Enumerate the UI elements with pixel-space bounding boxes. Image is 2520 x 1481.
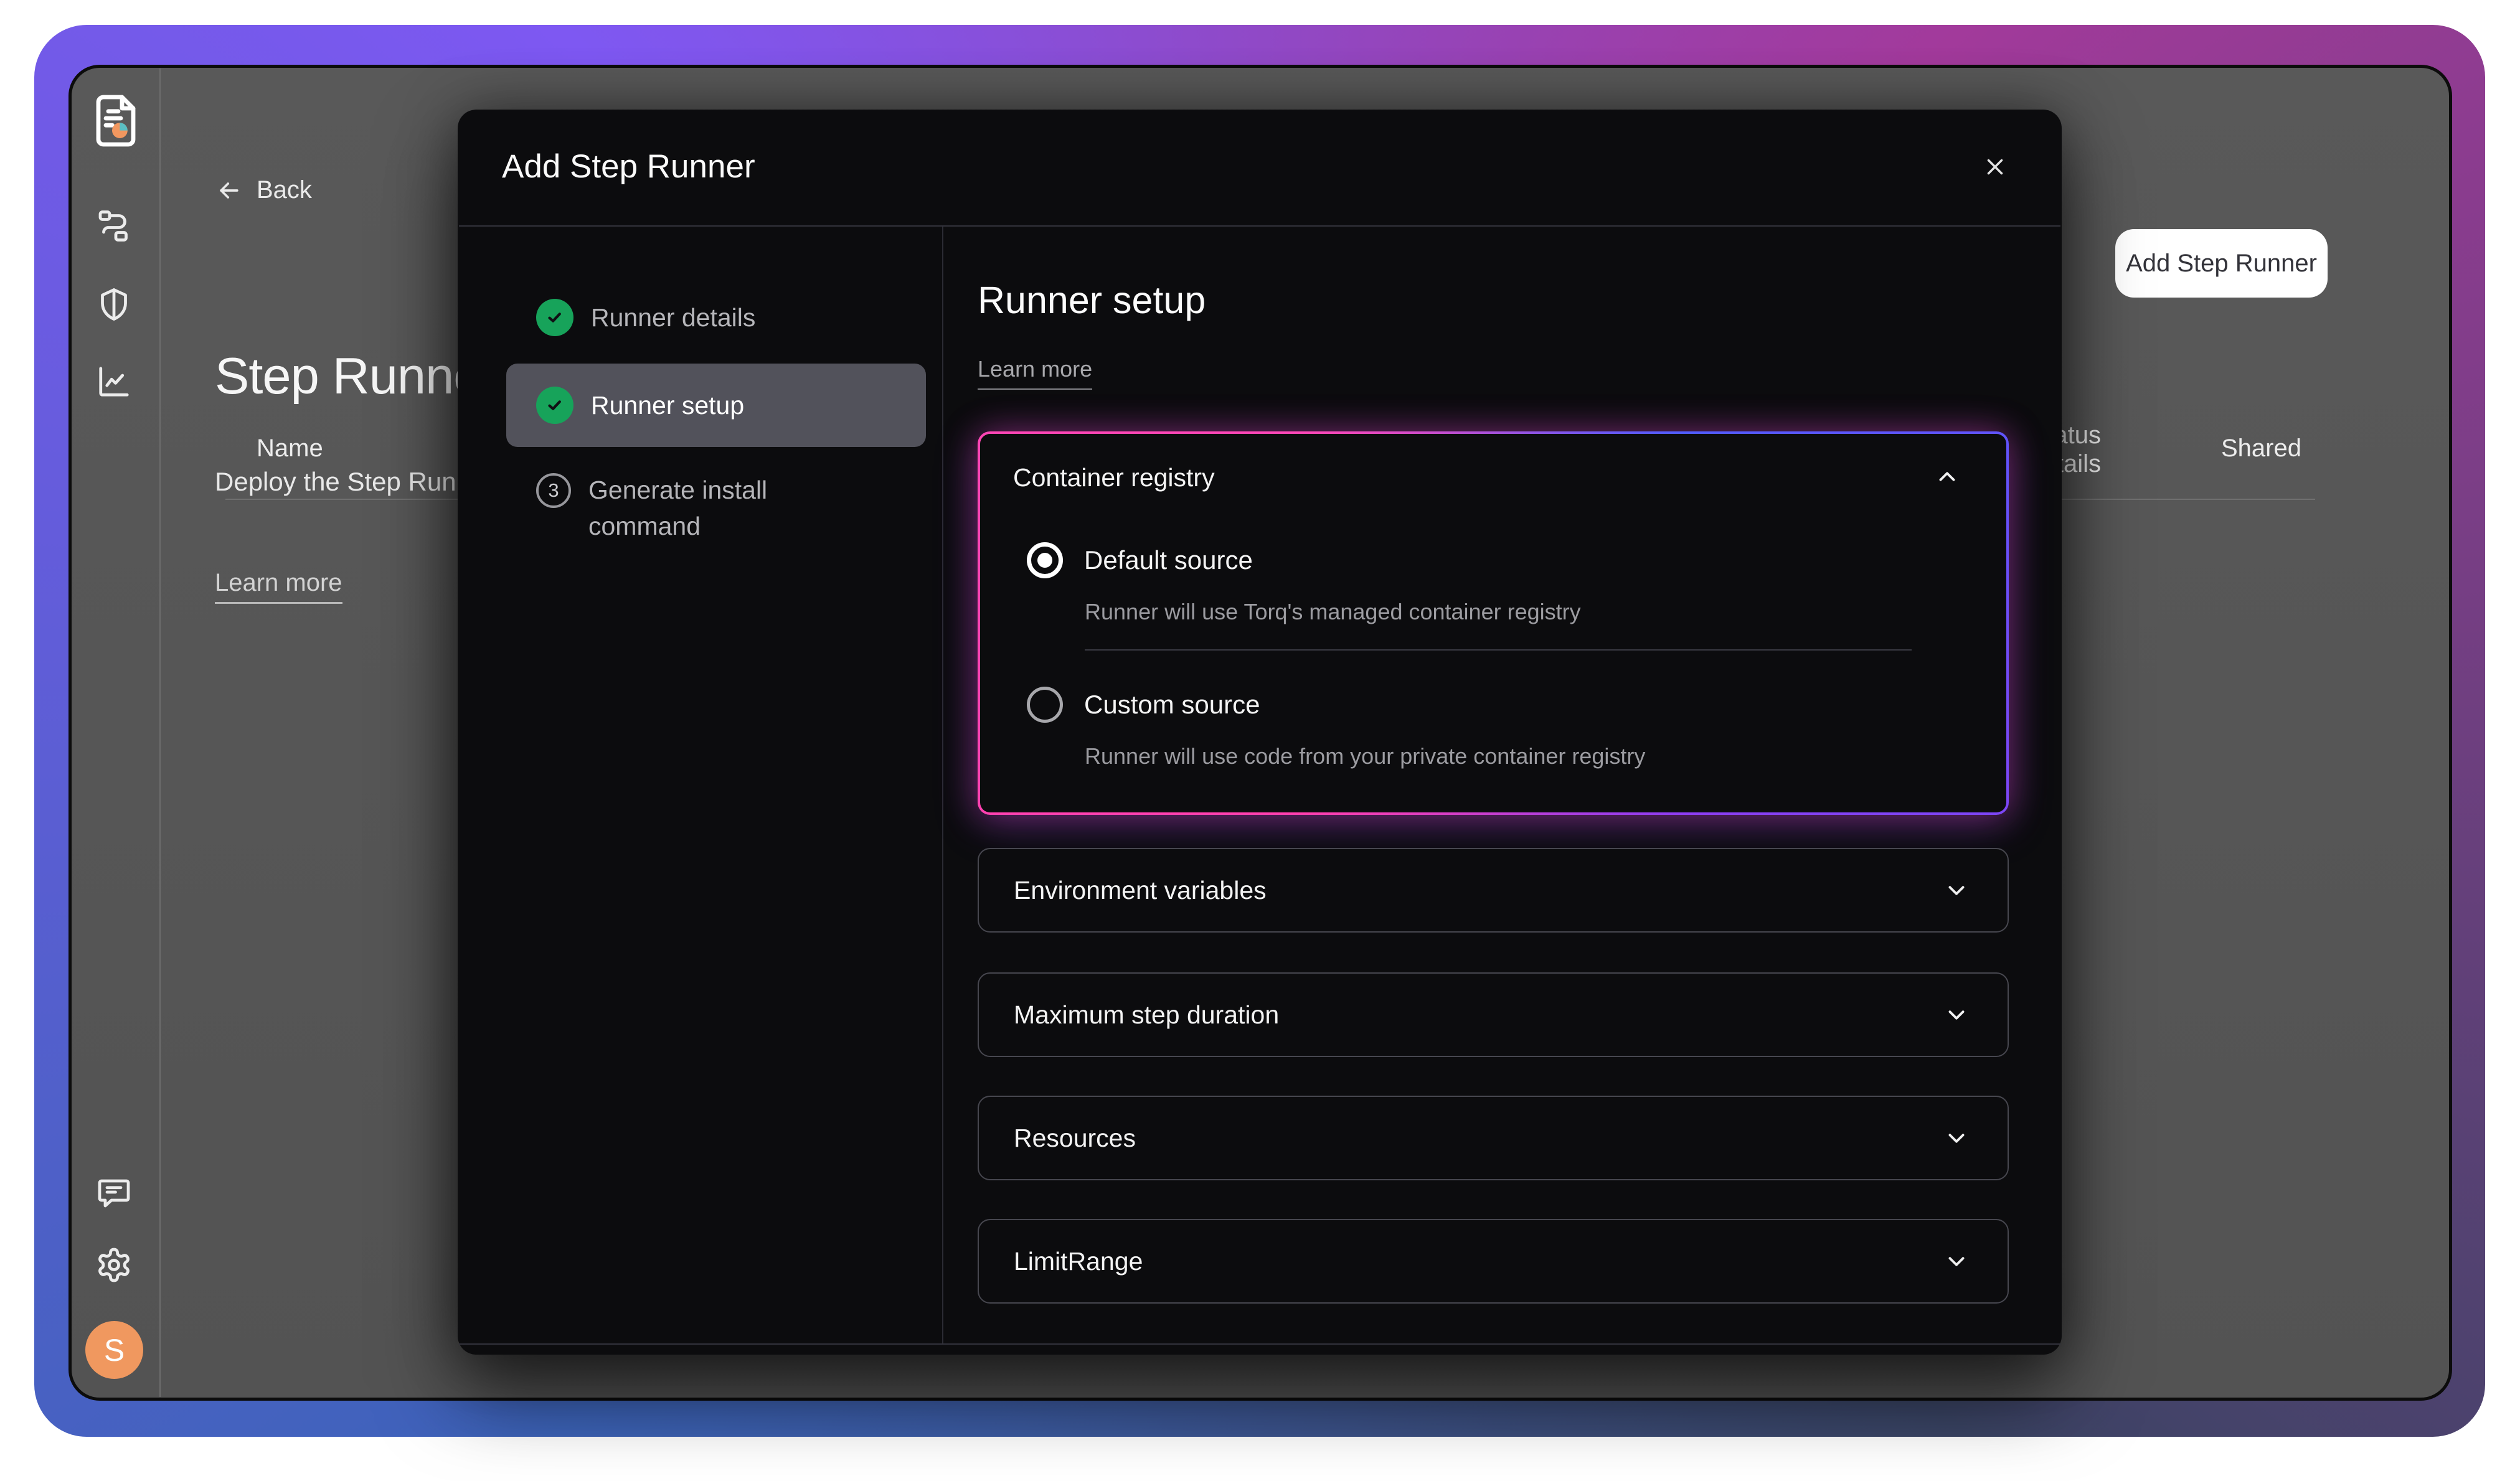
shield-icon <box>95 286 133 323</box>
sidebar-item-analytics[interactable] <box>95 362 133 401</box>
page-subtitle: Deploy the Step Runner <box>215 467 494 497</box>
option-description: Runner will use Torq's managed container… <box>1085 599 1581 625</box>
accordion-limitrange[interactable]: LimitRange <box>978 1219 2009 1304</box>
user-avatar[interactable]: S <box>85 1321 143 1379</box>
option-label: Custom source <box>1084 690 1260 720</box>
step-generate-install-command[interactable]: 3 Generate install command <box>536 472 862 544</box>
radio-option-custom-source[interactable]: Custom source <box>1027 687 1260 723</box>
chat-icon <box>95 1175 133 1212</box>
option-divider <box>1085 649 1912 651</box>
radio-selected-icon <box>1027 542 1063 578</box>
workflow-icon <box>95 207 133 245</box>
accordion-label: LimitRange <box>1014 1247 1143 1276</box>
avatar-initial: S <box>104 1332 125 1368</box>
container-registry-title: Container registry <box>1013 463 1215 492</box>
sidebar-item-workflows[interactable] <box>95 207 133 245</box>
app-logo[interactable] <box>86 91 146 151</box>
runner-setup-heading: Runner setup <box>978 278 1206 322</box>
step-label: Runner setup <box>591 391 744 420</box>
chevron-down-icon <box>1940 1245 1973 1277</box>
sidebar-divider <box>159 68 161 1397</box>
accordion-label: Maximum step duration <box>1014 1000 1279 1030</box>
sidebar-item-support-chat[interactable] <box>95 1174 133 1213</box>
modal-header-divider <box>459 225 2060 227</box>
modal-learn-more-link[interactable]: Learn more <box>978 356 1092 390</box>
modal-close-button[interactable] <box>1976 148 2014 186</box>
chevron-down-icon <box>1940 999 1973 1031</box>
modal-footer-divider <box>459 1343 2060 1345</box>
stepper-divider <box>942 227 943 1343</box>
step-label: Generate install command <box>588 472 862 544</box>
page-learn-more-link[interactable]: Learn more <box>215 569 342 604</box>
table-header-name: Name <box>257 435 323 463</box>
arrow-left-icon <box>215 177 243 204</box>
accordion-environment-variables[interactable]: Environment variables <box>978 848 2009 933</box>
chevron-down-icon <box>1940 874 1973 906</box>
step-number-badge: 3 <box>536 473 571 508</box>
chevron-down-icon <box>1940 1122 1973 1154</box>
radio-option-default-source[interactable]: Default source <box>1027 542 1253 578</box>
accordion-resources[interactable]: Resources <box>978 1096 2009 1180</box>
back-button[interactable]: Back <box>215 176 312 204</box>
accordion-label: Resources <box>1014 1124 1136 1153</box>
chevron-up-icon <box>1933 463 1961 491</box>
add-step-runner-button[interactable]: Add Step Runner <box>2115 229 2328 298</box>
accordion-maximum-step-duration[interactable]: Maximum step duration <box>978 972 2009 1057</box>
step-complete-check-icon <box>536 299 573 336</box>
table-header-shared: Shared <box>2221 435 2301 463</box>
back-label: Back <box>257 176 312 204</box>
step-runner-details[interactable]: Runner details <box>536 299 755 336</box>
report-logo-icon <box>86 91 146 151</box>
option-label: Default source <box>1084 545 1253 575</box>
radio-unselected-icon <box>1027 687 1063 723</box>
close-icon <box>1982 154 2008 180</box>
container-registry-collapse-toggle[interactable] <box>1931 461 1963 493</box>
sidebar-item-security[interactable] <box>95 285 133 324</box>
settings-gear-icon <box>95 1246 133 1284</box>
modal-title: Add Step Runner <box>502 148 755 186</box>
sidebar-item-settings[interactable] <box>95 1246 133 1284</box>
analytics-icon <box>95 363 133 400</box>
step-complete-check-icon <box>536 387 573 424</box>
accordion-label: Environment variables <box>1014 876 1267 905</box>
step-label: Runner details <box>591 303 755 332</box>
step-runner-setup[interactable]: Runner setup <box>536 387 744 424</box>
option-description: Runner will use code from your private c… <box>1085 743 1645 769</box>
